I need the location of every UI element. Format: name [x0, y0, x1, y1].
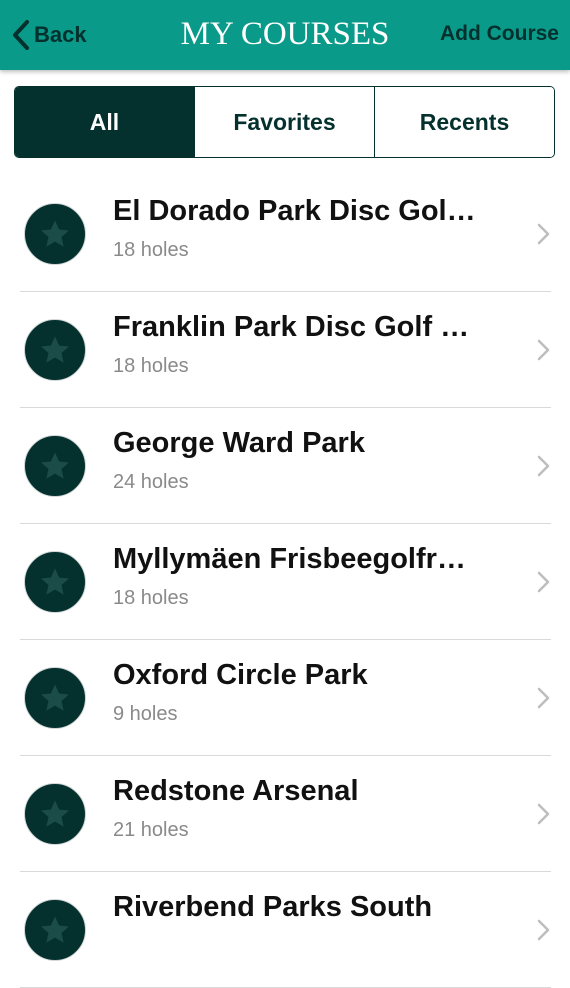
course-holes: 21 holes: [113, 819, 189, 841]
course-name: El Dorado Park Disc Gol…: [113, 195, 476, 227]
chevron-right-icon: [535, 802, 551, 831]
course-name: George Ward Park: [113, 427, 365, 459]
chevron-right-icon: [535, 222, 551, 251]
add-course-button[interactable]: Add Course: [440, 22, 559, 46]
chevron-right-icon: [535, 338, 551, 367]
star-icon[interactable]: [24, 319, 86, 381]
course-holes: 24 holes: [113, 471, 189, 493]
course-row[interactable]: Myllymäen Frisbeegolfr… 18 holes: [20, 524, 551, 640]
course-name: Myllymäen Frisbeegolfr…: [113, 543, 466, 575]
course-name: Oxford Circle Park: [113, 659, 368, 691]
star-icon[interactable]: [24, 899, 86, 961]
top-bar: Back MY COURSES Add Course: [0, 0, 570, 70]
course-holes: 18 holes: [113, 355, 189, 377]
star-icon[interactable]: [24, 435, 86, 497]
course-list: El Dorado Park Disc Gol… 18 holes Frankl…: [20, 176, 551, 988]
star-icon[interactable]: [24, 551, 86, 613]
star-icon[interactable]: [24, 783, 86, 845]
course-row[interactable]: Oxford Circle Park 9 holes: [20, 640, 551, 756]
chevron-left-icon: [10, 18, 32, 52]
back-label: Back: [34, 22, 87, 47]
filter-tabs: All Favorites Recents: [14, 86, 555, 158]
chevron-right-icon: [535, 686, 551, 715]
course-holes: 18 holes: [113, 239, 189, 261]
course-row[interactable]: Franklin Park Disc Golf … 18 holes: [20, 292, 551, 408]
course-row[interactable]: Redstone Arsenal 21 holes: [20, 756, 551, 872]
course-row[interactable]: El Dorado Park Disc Gol… 18 holes: [20, 176, 551, 292]
chevron-right-icon: [535, 918, 551, 947]
course-name: Redstone Arsenal: [113, 775, 359, 807]
course-name: Riverbend Parks South: [113, 891, 433, 923]
course-row[interactable]: George Ward Park 24 holes: [20, 408, 551, 524]
back-button[interactable]: Back: [10, 16, 87, 54]
tab-recents[interactable]: Recents: [374, 87, 554, 157]
course-row[interactable]: Riverbend Parks South: [20, 872, 551, 988]
course-name: Franklin Park Disc Golf …: [113, 311, 470, 343]
course-holes: 9 holes: [113, 703, 178, 725]
chevron-right-icon: [535, 570, 551, 599]
tab-favorites[interactable]: Favorites: [194, 87, 374, 157]
course-holes: 18 holes: [113, 587, 189, 609]
star-icon[interactable]: [24, 667, 86, 729]
star-icon[interactable]: [24, 203, 86, 265]
chevron-right-icon: [535, 454, 551, 483]
tab-all[interactable]: All: [15, 87, 194, 157]
